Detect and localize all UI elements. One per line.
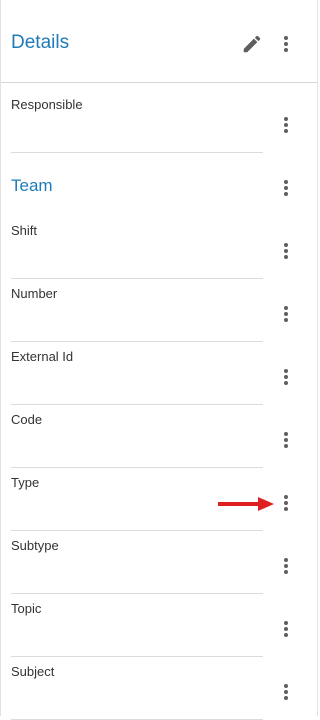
- field-subject: Subject: [11, 658, 263, 720]
- subtype-more-menu-icon[interactable]: [281, 555, 291, 577]
- pencil-icon: [243, 35, 261, 53]
- field-label: Responsible: [11, 97, 83, 112]
- code-more-menu-icon[interactable]: [281, 429, 291, 451]
- field-label: Subtype: [11, 538, 59, 553]
- field-label: Topic: [11, 601, 42, 616]
- field-code: Code: [11, 406, 263, 468]
- field-number: Number: [11, 280, 263, 342]
- field-subtype: Subtype: [11, 532, 263, 594]
- page-title: Details: [11, 32, 70, 53]
- field-external-id: External Id: [11, 343, 263, 405]
- shift-more-menu-icon[interactable]: [281, 240, 291, 262]
- responsible-more-menu-icon[interactable]: [281, 114, 291, 136]
- details-panel: Details Responsible Team Shift Number Ex…: [0, 0, 318, 720]
- field-topic: Topic: [11, 595, 263, 657]
- field-label: External Id: [11, 349, 74, 364]
- topic-more-menu-icon[interactable]: [281, 618, 291, 640]
- field-label: Shift: [11, 223, 38, 238]
- header-more-menu-icon[interactable]: [281, 33, 291, 55]
- field-label: Type: [11, 475, 40, 490]
- number-more-menu-icon[interactable]: [281, 303, 291, 325]
- annotation-arrow-icon: [218, 497, 274, 511]
- section-title-team: Team: [11, 176, 53, 195]
- field-label: Number: [11, 286, 58, 301]
- field-shift: Shift: [11, 217, 263, 279]
- edit-button[interactable]: [241, 33, 263, 55]
- field-responsible: Responsible: [11, 91, 263, 153]
- external-id-more-menu-icon[interactable]: [281, 366, 291, 388]
- field-label: Code: [11, 412, 43, 427]
- team-more-menu-icon[interactable]: [281, 177, 291, 199]
- type-more-menu-icon[interactable]: [281, 492, 291, 514]
- panel-header: Details: [1, 0, 317, 83]
- field-label: Subject: [11, 664, 55, 679]
- subject-more-menu-icon[interactable]: [281, 681, 291, 703]
